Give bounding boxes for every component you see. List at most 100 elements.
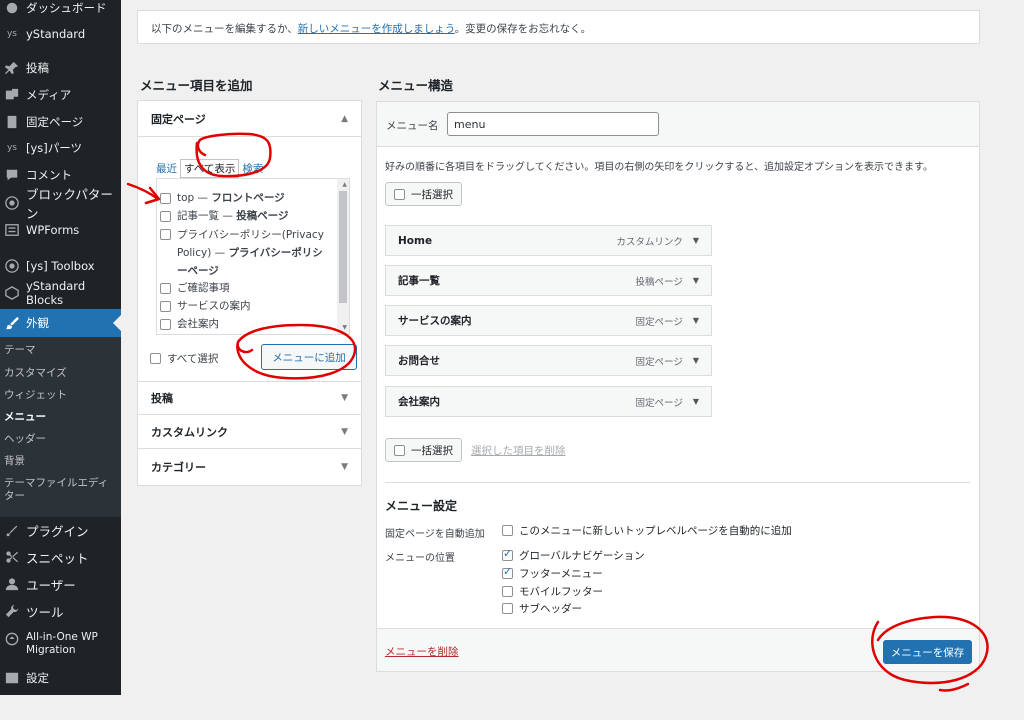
submenu-header[interactable]: ヘッダー [4,433,116,446]
chevron-down-icon[interactable]: ▼ [693,276,699,285]
sidebar-item-settings[interactable]: 設定 [0,668,121,688]
location-checkbox[interactable] [502,603,513,614]
sidebar-item-tools[interactable]: ツール [0,600,121,622]
submenu-menus[interactable]: メニュー [4,411,116,424]
select-all-checkbox[interactable] [150,353,161,364]
tab-view-all[interactable]: すべて表示 [180,159,240,178]
bulk-select-checkbox[interactable] [394,188,405,200]
remove-selected-link[interactable]: 選択した項目を削除 [471,443,566,458]
sidebar-item-comments[interactable]: コメント [0,165,121,185]
sidebar-item-ystandard-blocks[interactable]: yStandard Blocks [0,279,121,307]
section-custom-links-header[interactable]: カスタムリンク ▼ [138,415,361,449]
page-checkbox[interactable] [160,283,171,294]
edit-menu-notice: 以下のメニューを編集するか、新しいメニューを作成しましょう。変更の保存をお忘れな… [137,10,980,44]
section-categories-header[interactable]: カテゴリー ▼ [138,449,361,485]
menu-item-contact[interactable]: お問合せ 固定ページ ▼ [385,345,712,376]
location-checkbox[interactable] [502,586,513,597]
submenu-widgets[interactable]: ウィジェット [4,389,116,402]
location-mobile-footer[interactable]: モバイルフッター [502,584,603,599]
list-item[interactable]: ご確認事項 [160,280,330,297]
scroll-up-icon[interactable]: ▲ [342,181,347,188]
bulk-select-bottom-button[interactable]: 一括選択 [385,438,462,462]
sidebar-item-ys-toolbox[interactable]: [ys] Toolbox [0,256,121,276]
sidebar-item-appearance[interactable]: 外観 [0,309,121,337]
sidebar-item-dashboard[interactable]: ダッシュボード [0,0,121,18]
menu-item-articles[interactable]: 記事一覧 投稿ページ ▼ [385,265,712,296]
add-menu-items-panel: 固定ページ ▲ 最近 すべて表示 検索 top — フロントページ 記事一覧 —… [137,100,362,486]
submenu-themes[interactable]: テーマ [4,344,116,357]
tab-search[interactable]: 検索 [242,161,263,176]
page-checkbox[interactable] [160,229,171,240]
page-checkbox[interactable] [160,211,171,222]
wrench-icon [4,603,20,619]
sidebar-item-ystandard[interactable]: ys yStandard [0,24,121,44]
sidebar-item-posts[interactable]: 投稿 [0,58,121,78]
sidebar-item-plugins[interactable]: プラグイン [0,519,121,541]
admin-sidebar: ダッシュボード ys yStandard 投稿 メディア 固定ページ ys [y… [0,0,121,695]
delete-menu-link[interactable]: メニューを削除 [385,644,459,659]
auto-add-checkbox[interactable] [502,525,513,536]
menu-name-input[interactable]: menu [447,112,659,136]
scroll-down-icon[interactable]: ▼ [342,324,347,331]
chevron-down-icon[interactable]: ▼ [693,236,699,245]
submenu-customize[interactable]: カスタマイズ [4,367,116,380]
submenu-background[interactable]: 背景 [4,455,116,468]
sidebar-item-all-in-one-migration[interactable]: All-in-One WP Migration [0,631,121,661]
checklist-scrollbar[interactable]: ▲ ▼ [337,179,349,334]
menu-locations-label: メニューの位置 [385,553,455,564]
location-footer-menu[interactable]: フッターメニュー [502,565,603,581]
chevron-up-icon: ▲ [341,113,348,124]
location-global-nav[interactable]: グローバルナビゲーション [502,547,645,563]
menu-footer-bar: メニューを削除 メニューを保存 [377,628,979,671]
menu-item-company[interactable]: 会社案内 固定ページ ▼ [385,386,712,417]
select-all-pages[interactable]: すべて選択 [150,351,218,366]
sidebar-item-block-patterns[interactable]: ブロックパターン [0,187,121,221]
auto-add-option[interactable]: このメニューに新しいトップレベルページを自動的に追加 [502,523,792,538]
tab-recent[interactable]: 最近 [156,161,177,176]
dashboard-icon [4,0,20,16]
menu-settings-heading: メニュー設定 [385,499,458,513]
location-checkbox[interactable] [502,565,513,579]
migration-icon [4,631,20,647]
bulk-select-checkbox[interactable] [394,444,405,456]
location-subheader[interactable]: サブヘッダー [502,601,582,616]
list-item[interactable]: プライバシーポリシー(Privacy Policy) — プライバシーポリシーペ… [160,226,330,280]
chevron-down-icon: ▼ [341,426,348,437]
snippet-icon [4,549,20,565]
sidebar-item-wpforms[interactable]: WPForms [0,220,121,240]
bulk-select-top-button[interactable]: 一括選択 [385,182,462,206]
list-item[interactable]: top — フロントページ [160,190,330,207]
add-to-menu-button[interactable]: メニューに追加 [261,344,357,370]
menu-name-bar: メニュー名 menu [377,102,979,147]
list-item[interactable]: 記事一覧 — 投稿ページ [160,208,330,225]
sidebar-item-media[interactable]: メディア [0,85,121,105]
sidebar-item-pages[interactable]: 固定ページ [0,112,121,132]
add-menu-items-heading: メニュー項目を追加 [140,78,253,93]
section-posts-header[interactable]: 投稿 ▼ [138,381,361,415]
page-checkbox[interactable] [160,319,171,330]
save-menu-button[interactable]: メニューを保存 [883,640,972,664]
sidebar-item-ys-parts[interactable]: ys [ys]パーツ [0,138,121,158]
menu-item-services[interactable]: サービスの案内 固定ページ ▼ [385,305,712,336]
scrollbar-thumb[interactable] [339,191,347,303]
blocks-icon [4,285,20,301]
chevron-down-icon[interactable]: ▼ [693,356,699,365]
chevron-down-icon[interactable]: ▼ [693,316,699,325]
create-new-menu-link[interactable]: 新しいメニューを作成しましょう [298,23,455,35]
pages-tabs: 最近 すべて表示 検索 [156,159,263,178]
location-checkbox[interactable] [502,547,513,561]
sidebar-item-users[interactable]: ユーザー [0,573,121,595]
menu-structure-heading: メニュー構造 [378,78,454,93]
chevron-down-icon[interactable]: ▼ [693,397,699,406]
section-pages-header[interactable]: 固定ページ ▲ [138,101,361,137]
submenu-theme-file-editor[interactable]: テーマファイルエディター [4,477,116,503]
page-checkbox[interactable] [160,193,171,204]
list-item[interactable]: 会社案内 [160,316,330,333]
list-item[interactable]: サービスの案内 [160,298,330,315]
plugin-icon [4,522,20,538]
menu-item-home[interactable]: Home カスタムリンク ▼ [385,225,712,256]
divider [385,482,970,483]
menu-instructions: 好みの順番に各項目をドラッグしてください。項目の右側の矢印をクリックすると、追加… [385,162,933,173]
page-checkbox[interactable] [160,301,171,312]
sidebar-item-snippets[interactable]: スニペット [0,546,121,568]
